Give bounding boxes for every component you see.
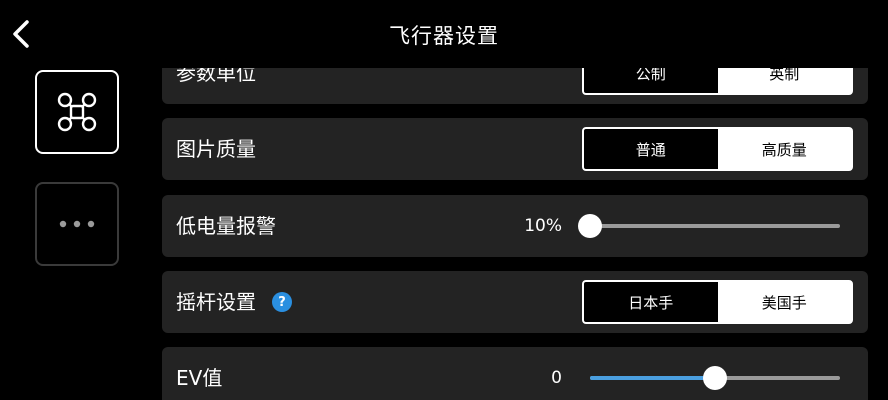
low-battery-slider-thumb[interactable] (578, 214, 602, 238)
ev-slider-thumb[interactable] (703, 366, 727, 390)
more-dots-icon (59, 220, 95, 228)
help-icon[interactable]: ? (272, 292, 292, 312)
setting-row-low-battery: 低电量报警 10% (162, 195, 868, 257)
stick-mode-option-usa[interactable]: 美国手 (717, 282, 851, 322)
stick-mode-label: 摇杆设置 (176, 290, 256, 314)
sidebar-tab-more[interactable] (35, 182, 119, 266)
low-battery-value: 10% (524, 216, 562, 236)
page-title: 飞行器设置 (389, 24, 499, 48)
ev-label: EV值 (176, 366, 223, 390)
ev-value: 0 (551, 368, 562, 388)
header-bar: 飞行器设置 (0, 0, 888, 68)
image-quality-option-high[interactable]: 高质量 (717, 129, 851, 169)
ev-slider-fill (590, 376, 715, 380)
low-battery-label: 低电量报警 (176, 214, 276, 238)
stick-mode-segmented-control: 日本手 美国手 (582, 280, 853, 324)
ev-slider[interactable] (590, 366, 840, 390)
image-quality-segmented-control: 普通 高质量 (582, 127, 853, 171)
setting-row-image-quality: 图片质量 普通 高质量 (162, 118, 868, 180)
drone-icon (57, 92, 97, 132)
sidebar-tab-aircraft[interactable] (35, 70, 119, 154)
image-quality-option-normal[interactable]: 普通 (584, 129, 718, 169)
low-battery-slider-track (590, 224, 840, 228)
setting-row-ev: EV值 0 (162, 347, 868, 400)
stick-mode-option-japan[interactable]: 日本手 (584, 282, 718, 322)
image-quality-label: 图片质量 (176, 137, 256, 161)
setting-row-stick-mode: 摇杆设置 ? 日本手 美国手 (162, 271, 868, 333)
low-battery-slider[interactable] (578, 214, 840, 238)
